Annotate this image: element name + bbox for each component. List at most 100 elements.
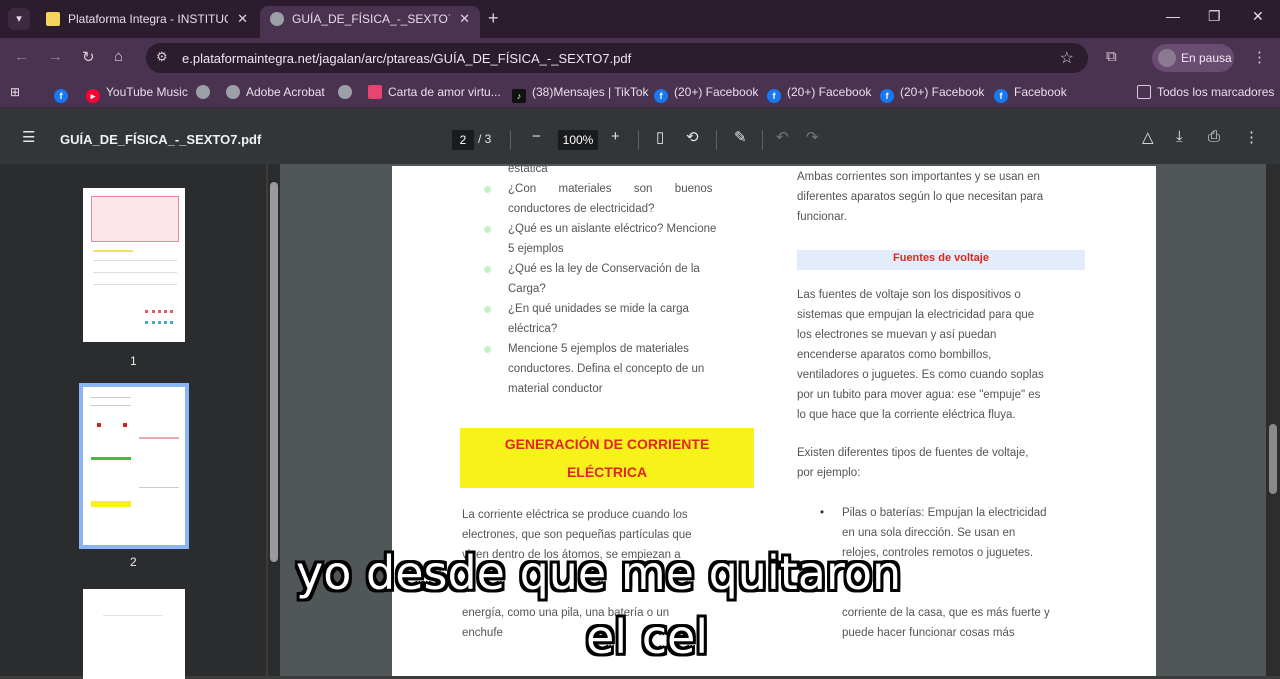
question-text: ¿Qué es la ley de Conservación de la [508, 263, 700, 275]
apps-grid-icon[interactable]: ⊞ [10, 84, 20, 100]
tab-plataforma-integra[interactable]: Plataforma Integra - INSTITUCI ✕ [36, 6, 258, 38]
bookmark-star-icon[interactable]: ☆ [1060, 48, 1074, 68]
extensions-icon[interactable]: ⧉ [1106, 48, 1117, 65]
bookmark-facebook-3[interactable]: f (20+) Facebook [880, 84, 984, 103]
thumbnail-sidebar: 1 2 [0, 164, 266, 679]
globe-icon [226, 85, 240, 99]
url-text[interactable]: e.plataformaintegra.net/jagalan/arc/ptar… [182, 51, 631, 66]
thumbnail-page-number: 2 [130, 555, 137, 569]
sidebar-scroll-thumb[interactable] [270, 182, 278, 562]
section-heading-fuentes: Fuentes de voltaje [797, 250, 1085, 270]
viewer-scroll-thumb[interactable] [1269, 424, 1277, 494]
download-icon[interactable]: ⤓ [1176, 128, 1183, 145]
tiktok-icon: ♪ [512, 89, 526, 103]
facebook-icon: f [654, 89, 668, 103]
profile-button[interactable]: En pausa [1152, 44, 1234, 72]
sidebar-menu-icon[interactable]: ☰ [22, 128, 35, 146]
address-bar[interactable]: ⚙ e.plataformaintegra.net/jagalan/arc/pt… [146, 43, 1088, 73]
zoom-level-input[interactable]: 100% [558, 130, 598, 150]
thumb-line [93, 250, 133, 252]
body-text: Ambas corrientes son importantes y se us… [797, 171, 1040, 183]
question-text: conductores de electricidad? [508, 203, 655, 215]
new-tab-button[interactable]: + [488, 8, 499, 29]
menu-kebab-icon[interactable]: ⋮ [1252, 48, 1267, 66]
body-text: electrones, que son pequeñas partículas … [462, 529, 692, 541]
print-icon[interactable]: ⎙ [1208, 128, 1220, 145]
zoom-in-icon[interactable]: + [611, 128, 620, 145]
globe-icon [338, 85, 352, 99]
bookmark-globe-2[interactable] [338, 84, 358, 100]
thumb-diagram [97, 423, 127, 427]
body-text: La corriente eléctrica se produce cuando… [462, 509, 688, 521]
reload-icon[interactable]: ↻ [82, 48, 95, 66]
bullet-icon [484, 346, 491, 353]
page-number-input[interactable]: 2 [452, 130, 474, 150]
body-text: funcionar. [797, 211, 847, 223]
minimize-icon[interactable]: — [1166, 8, 1180, 24]
close-window-icon[interactable]: ✕ [1252, 8, 1264, 25]
zoom-out-icon[interactable]: − [532, 128, 541, 145]
bookmark-facebook-icon-only[interactable]: f [54, 84, 74, 103]
tab-guia-fisica[interactable]: GUÍA_DE_FÍSICA_-_SEXTO7.pdf ✕ [260, 6, 480, 38]
close-tab-icon[interactable]: ✕ [237, 6, 248, 32]
body-text: Las fuentes de voltaje son los dispositi… [797, 289, 1021, 301]
bookmark-facebook-1[interactable]: f (20+) Facebook [654, 84, 758, 103]
body-text: lo que hace que la corriente eléctrica f… [797, 409, 1016, 421]
profile-status: En pausa [1181, 51, 1232, 65]
question-text: ¿En qué unidades se mide la carga [508, 303, 689, 315]
bullet-icon [484, 306, 491, 313]
bookmark-carta-de-amor[interactable]: Carta de amor virtu... [368, 84, 501, 100]
bookmark-youtube-music[interactable]: ▸ YouTube Music [86, 84, 188, 103]
section-heading-generacion: GENERACIÓN DE CORRIENTE ELÉCTRICA [460, 428, 754, 488]
bookmark-tiktok[interactable]: ♪ (38)Mensajes | TikTok [512, 84, 649, 103]
site-info-icon[interactable]: ⚙ [156, 49, 168, 65]
more-options-icon[interactable]: ⋮ [1244, 128, 1259, 146]
all-bookmarks-label: Todos los marcadores [1157, 85, 1275, 99]
redo-icon[interactable]: ↷ [806, 128, 819, 146]
pdf-toolbar: ☰ GUÍA_DE_FÍSICA_-_SEXTO7.pdf 2 / 3 − 10… [0, 108, 1280, 164]
bookmark-label: (38)Mensajes | TikTok [532, 85, 649, 99]
annotate-pen-icon[interactable]: ✎ [734, 128, 747, 146]
tab-search-button[interactable]: ▾ [8, 8, 30, 30]
forward-icon[interactable]: → [48, 48, 63, 65]
subtitle-line-2: el cel [586, 610, 709, 664]
globe-icon [196, 85, 210, 99]
body-text: puede hacer funcionar cosas más [842, 627, 1015, 639]
drive-save-icon[interactable]: △ [1142, 128, 1154, 146]
restore-icon[interactable]: ❐ [1208, 8, 1221, 25]
pdf-title: GUÍA_DE_FÍSICA_-_SEXTO7.pdf [60, 132, 262, 147]
body-text: sistemas que empujan la electricidad par… [797, 309, 1035, 321]
all-bookmarks-button[interactable]: Todos los marcadores [1137, 84, 1274, 100]
question-text: conductores. Defina el concepto de un [508, 363, 705, 375]
viewer-scrollbar[interactable] [1266, 164, 1280, 676]
home-icon[interactable]: ⌂ [114, 48, 123, 65]
back-icon[interactable]: ← [14, 48, 29, 65]
facebook-icon: f [880, 89, 894, 103]
folder-icon [1137, 85, 1151, 99]
question-text: ¿Con materiales son buenos [508, 183, 713, 195]
body-text: enchufe [462, 627, 503, 639]
body-text: Existen diferentes tipos de fuentes de v… [797, 447, 1029, 459]
rotate-icon[interactable]: ⟲ [686, 128, 699, 146]
body-text: corriente de la casa, que es más fuerte … [842, 607, 1050, 619]
thumb-line [91, 397, 131, 398]
close-tab-icon[interactable]: ✕ [459, 6, 470, 32]
bookmark-adobe-acrobat[interactable]: Adobe Acrobat [226, 84, 325, 100]
page-thumbnail-2[interactable] [79, 383, 189, 549]
bullet-icon [484, 266, 491, 273]
bookmark-label: (20+) Facebook [787, 85, 872, 99]
question-text: eléctrica? [508, 323, 558, 335]
page-thumbnail-3[interactable] [83, 589, 185, 679]
bookmark-globe[interactable] [196, 84, 216, 100]
sidebar-scrollbar[interactable] [268, 164, 280, 676]
undo-icon[interactable]: ↶ [776, 128, 789, 146]
bookmark-facebook-4[interactable]: f Facebook [994, 84, 1067, 103]
fit-page-icon[interactable]: ▯ [656, 128, 664, 146]
question-text: Carga? [508, 283, 546, 295]
bookmark-label: Adobe Acrobat [246, 85, 325, 99]
bookmark-facebook-2[interactable]: f (20+) Facebook [767, 84, 871, 103]
thumb-line [93, 284, 177, 285]
body-text: ventiladores o juguetes. Es como cuando … [797, 369, 1044, 381]
page-thumbnail-1[interactable] [83, 188, 185, 342]
bullet-dot: • [820, 507, 825, 519]
